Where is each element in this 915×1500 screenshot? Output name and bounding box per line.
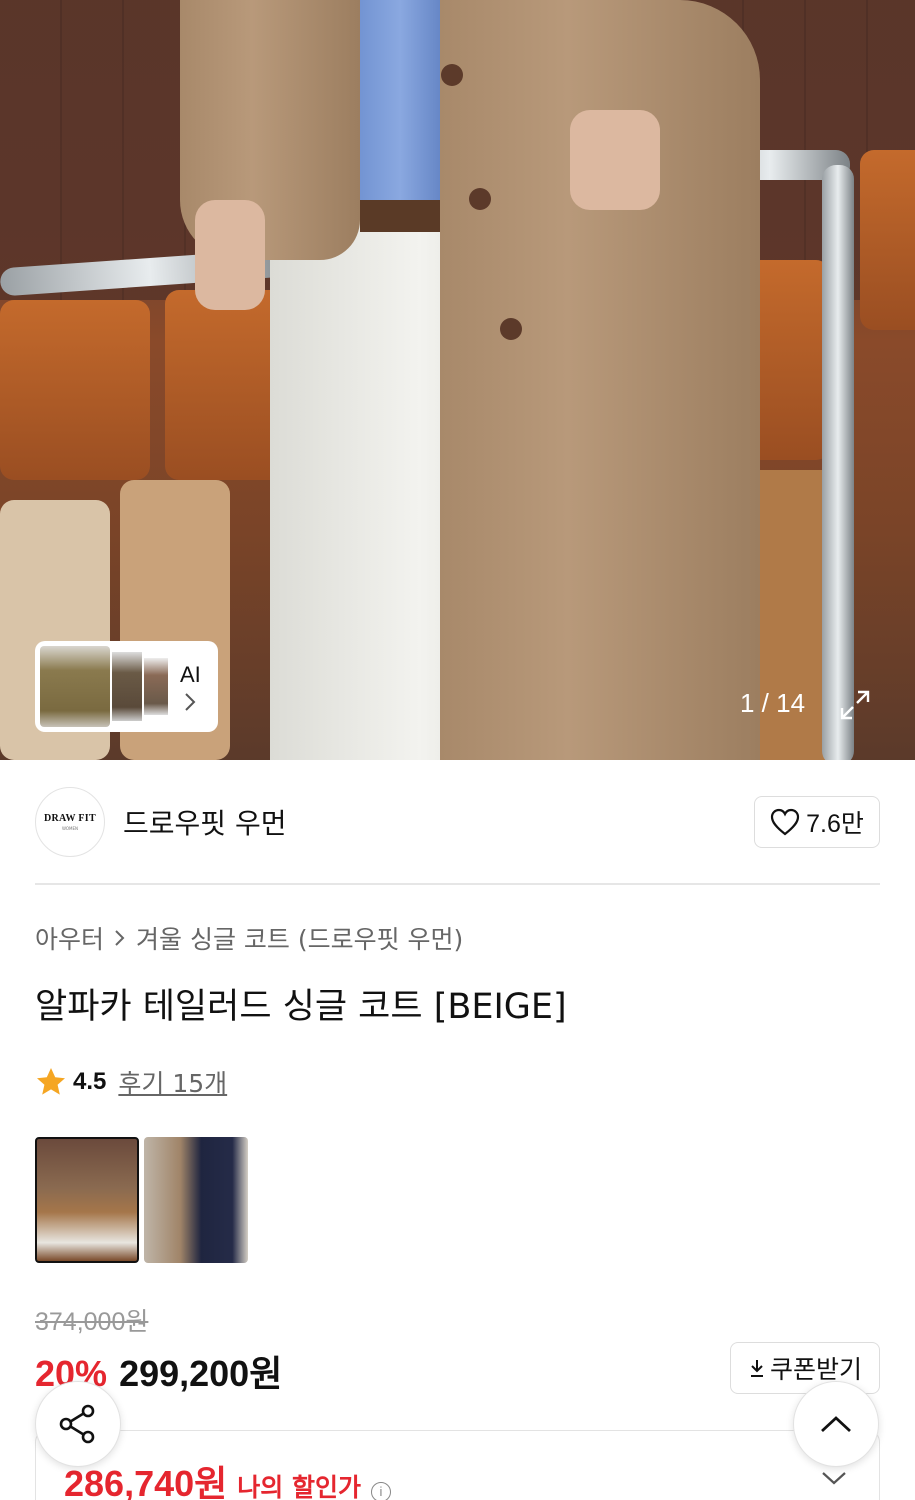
color-swatches — [35, 1137, 248, 1263]
ai-thumbnail — [144, 658, 168, 715]
expand-icon[interactable] — [838, 688, 872, 722]
breadcrumb-category[interactable]: 아우터 — [35, 920, 104, 956]
original-price: 374,000원 — [35, 1308, 149, 1336]
coat-button — [441, 64, 463, 86]
product-image-gallery[interactable]: AI 1 / 14 — [0, 0, 915, 760]
product-title: 알파카 테일러드 싱글 코트 [BEIGE] — [35, 987, 567, 1027]
handrail — [822, 165, 854, 760]
like-count: 7.6만 — [806, 810, 864, 838]
hand — [570, 110, 660, 210]
coat-button — [469, 188, 491, 210]
ai-similar-items-card[interactable]: AI — [35, 641, 218, 732]
chevron-up-icon — [821, 1416, 851, 1433]
reviews-link[interactable]: 후기 15개 — [118, 1064, 227, 1100]
sale-price: 299,200원 — [119, 1353, 283, 1394]
star-icon — [37, 1068, 65, 1095]
breadcrumb: 아우터 겨울 싱글 코트 (드로우핏 우먼) — [35, 920, 463, 956]
share-icon — [59, 1404, 95, 1444]
color-swatch-beige[interactable] — [35, 1137, 139, 1263]
my-price-row: 286,740원 나의 할인가 i — [64, 1455, 391, 1500]
coat-button — [500, 318, 522, 340]
ai-thumbnail — [112, 652, 142, 721]
chevron-right-icon — [115, 930, 125, 946]
seat — [0, 300, 150, 480]
brand-logo[interactable]: DRAW FIT WOMEN — [35, 787, 105, 857]
rating-row: 4.5 후기 15개 — [35, 1064, 227, 1100]
info-icon[interactable]: i — [370, 1481, 391, 1500]
seat — [860, 150, 915, 330]
download-icon — [750, 1360, 763, 1377]
coupon-label: 쿠폰받기 — [769, 1355, 862, 1384]
color-swatch-navy[interactable] — [144, 1137, 248, 1263]
image-counter: 1 / 14 — [740, 688, 806, 718]
brand-name[interactable]: 드로우핏 우먼 — [123, 802, 286, 842]
scroll-top-button[interactable] — [793, 1381, 879, 1467]
my-price-label: 나의 할인가 — [237, 1473, 361, 1500]
brand-logo-text: DRAW FIT — [44, 813, 96, 824]
brand-row: DRAW FIT WOMEN 드로우핏 우먼 7.6만 — [35, 787, 880, 857]
brand-logo-subtext: WOMEN — [61, 826, 79, 831]
share-button[interactable] — [35, 1381, 121, 1467]
ai-thumbnail — [40, 646, 110, 727]
chevron-right-icon — [185, 692, 196, 711]
ai-thumbnails — [40, 646, 170, 727]
heart-icon — [771, 808, 800, 836]
chevron-down-icon[interactable] — [820, 1470, 848, 1486]
like-button[interactable]: 7.6만 — [754, 796, 880, 848]
shirt — [350, 0, 450, 215]
ai-label: AI — [180, 661, 201, 687]
hand — [195, 200, 265, 310]
divider — [35, 883, 880, 885]
rating-score: 4.5 — [73, 1068, 107, 1095]
breadcrumb-subcategory[interactable]: 겨울 싱글 코트 (드로우핏 우먼) — [136, 920, 463, 956]
